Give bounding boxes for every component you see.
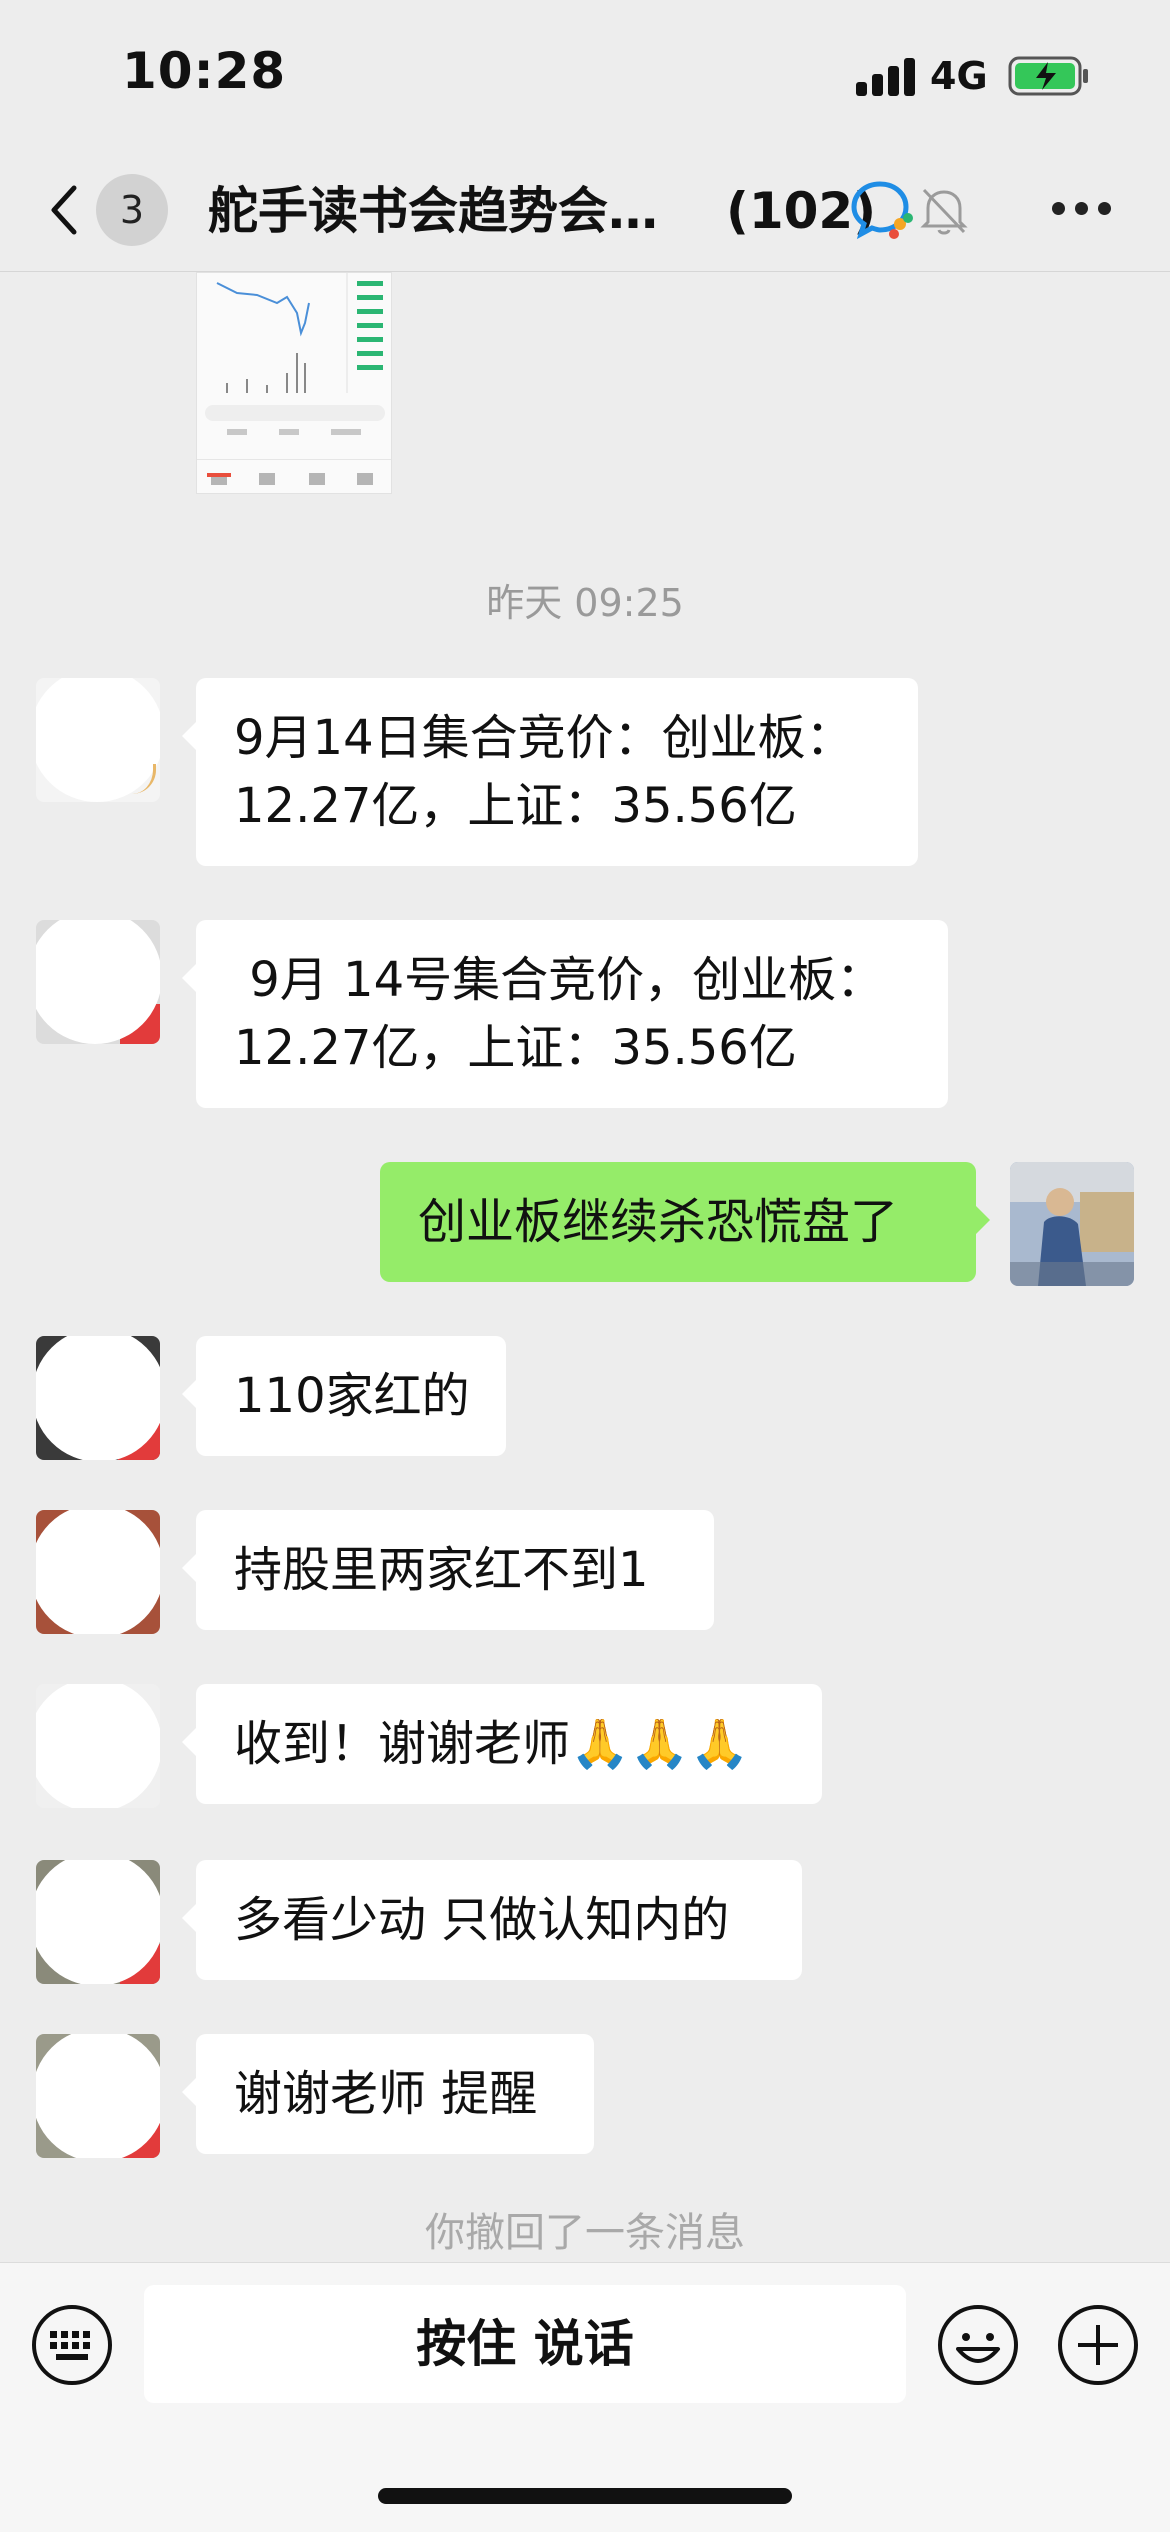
- outgoing-message-bubble[interactable]: 创业板继续杀恐慌盘了: [380, 1162, 990, 1282]
- message-bubble[interactable]: 110家红的: [182, 1336, 506, 1456]
- plus-more-icon[interactable]: [1056, 2303, 1140, 2387]
- message-text-line: 9月 14号集合竞价，创业板：: [234, 952, 885, 1008]
- wecom-group-icon: [851, 181, 913, 240]
- status-time: 10:28: [122, 42, 287, 100]
- message-text-line: 110家红的: [234, 1368, 470, 1424]
- message-text-line: 谢谢老师 提醒: [234, 2066, 538, 2122]
- avatar[interactable]: [36, 1684, 160, 1808]
- wechat-group-chat-screen: 10:28 4G 3 舵手读书会趋势会… (102) 昨天 09:25 9月14…: [0, 0, 1170, 2532]
- hold-to-talk-button[interactable]: 按住 说话: [144, 2285, 906, 2403]
- mute-bell-icon: [920, 188, 968, 235]
- avatar[interactable]: [36, 2034, 160, 2158]
- message-bubble[interactable]: 多看少动 只做认知内的: [182, 1860, 802, 1980]
- more-options-icon[interactable]: [1052, 202, 1112, 218]
- message-text-line: 收到！谢谢老师🙏🙏🙏: [234, 1716, 750, 1772]
- signal-icon: [856, 56, 916, 96]
- message-bubble[interactable]: 9月14日集合竞价：创业板： 12.27亿，上证：35.56亿: [182, 678, 918, 866]
- avatar[interactable]: [36, 920, 160, 1044]
- message-bubble[interactable]: 谢谢老师 提醒: [182, 2034, 594, 2154]
- battery-charging-icon: [1008, 56, 1088, 96]
- message-text-line: 持股里两家红不到1: [234, 1542, 649, 1598]
- avatar[interactable]: [36, 1336, 160, 1460]
- stock-chart-thumbnail: [197, 273, 391, 493]
- chat-title: 舵手读书会趋势会…: [208, 182, 658, 240]
- message-bubble[interactable]: 持股里两家红不到1: [182, 1510, 714, 1630]
- avatar[interactable]: [36, 1860, 160, 1984]
- message-bubble[interactable]: 收到！谢谢老师🙏🙏🙏: [182, 1684, 822, 1804]
- avatar[interactable]: [36, 678, 160, 802]
- recalled-message-notice: 你撤回了一条消息: [425, 2210, 745, 2256]
- keyboard-icon[interactable]: [30, 2303, 114, 2387]
- message-timestamp: 昨天 09:25: [486, 581, 684, 625]
- unread-count-badge[interactable]: 3: [96, 174, 168, 246]
- message-text-line: 多看少动 只做认知内的: [234, 1892, 730, 1948]
- network-type: 4G: [930, 54, 988, 98]
- image-message-thumbnail[interactable]: [196, 272, 392, 494]
- message-text-line: 12.27亿，上证：35.56亿: [234, 1020, 797, 1076]
- my-avatar[interactable]: [1010, 1162, 1134, 1286]
- home-indicator[interactable]: [378, 2488, 792, 2504]
- status-bar: 10:28 4G: [0, 0, 1170, 150]
- emoji-icon[interactable]: [936, 2303, 1020, 2387]
- message-text-line: 创业板继续杀恐慌盘了: [418, 1194, 899, 1250]
- my-avatar-image: [1010, 1162, 1134, 1286]
- message-text-line: 9月14日集合竞价：创业板：: [234, 710, 854, 766]
- avatar[interactable]: [36, 1510, 160, 1634]
- chat-header: 3 舵手读书会趋势会… (102): [0, 150, 1170, 272]
- back-chevron-icon[interactable]: [44, 180, 84, 240]
- message-bubble[interactable]: 9月 14号集合竞价，创业板： 12.27亿，上证：35.56亿: [182, 920, 948, 1108]
- message-text-line: 12.27亿，上证：35.56亿: [234, 778, 797, 834]
